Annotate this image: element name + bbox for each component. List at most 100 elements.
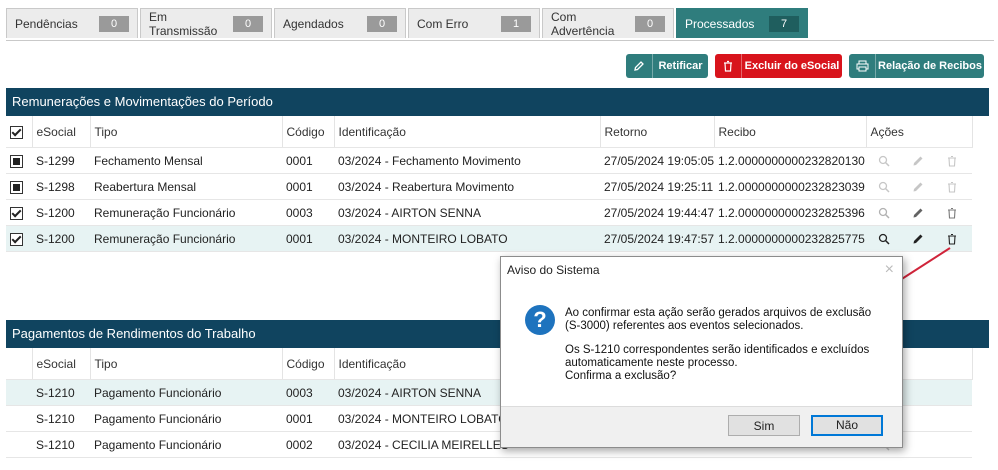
relacao-recibos-button[interactable]: Relação de Recibos: [849, 54, 984, 78]
cell-tipo: Pagamento Funcionário: [90, 405, 282, 432]
col-esocial[interactable]: eSocial: [32, 348, 91, 380]
cell-recibo: 1.2.0000000000232820130: [714, 147, 866, 174]
table-row[interactable]: S-1299 Fechamento Mensal 0001 03/2024 - …: [6, 147, 972, 174]
tab-label: Em Transmissão: [149, 9, 218, 38]
cell-codigo: 0001: [282, 173, 334, 200]
row-checkbox[interactable]: [10, 232, 23, 246]
cell-retorno: 27/05/2024 19:47:57: [600, 225, 714, 252]
tab-pendencias[interactable]: Pendências 0: [6, 8, 138, 38]
tab-label: Com Advertência: [551, 9, 615, 38]
cell-recibo: 1.2.0000000000232825396: [714, 199, 866, 226]
trash-icon[interactable]: [944, 205, 960, 221]
cell-retorno: 27/05/2024 19:44:47: [600, 199, 714, 226]
status-tabs: Pendências 0 Em Transmissão 0 Agendados …: [6, 8, 808, 40]
tab-label: Agendados: [283, 16, 344, 31]
sim-button[interactable]: Sim: [728, 415, 800, 436]
cell-tipo: Remuneração Funcionário: [90, 199, 282, 226]
col-codigo[interactable]: Código: [282, 116, 335, 148]
search-icon[interactable]: [876, 179, 892, 195]
close-icon[interactable]: ×: [885, 261, 894, 279]
cell-esocial: S-1210: [32, 405, 90, 432]
col-acoes: Ações: [866, 116, 973, 148]
dialog-message-2: Os S-1210 correspondentes serão identifi…: [565, 344, 870, 382]
col-identificacao[interactable]: Identificação: [334, 116, 601, 148]
col-retorno[interactable]: Retorno: [600, 116, 715, 148]
pencil-icon[interactable]: [910, 153, 926, 169]
relacao-label: Relação de Recibos: [878, 60, 982, 72]
cell-codigo: 0001: [282, 147, 334, 174]
select-all-cell[interactable]: [6, 116, 33, 148]
tab-count: 0: [367, 15, 397, 32]
table-row[interactable]: S-1200 Remuneração Funcionário 0001 03/2…: [6, 225, 972, 252]
cell-identificacao: 03/2024 - AIRTON SENNA: [334, 199, 600, 226]
tab-count: 0: [233, 15, 263, 32]
col-recibo[interactable]: Recibo: [714, 116, 867, 148]
col-esocial[interactable]: eSocial: [32, 116, 91, 148]
cell-esocial: S-1200: [32, 199, 90, 226]
tab-label: Pendências: [15, 16, 78, 31]
cell-esocial: S-1200: [32, 225, 90, 252]
col-tipo[interactable]: Tipo: [90, 116, 283, 148]
cell-codigo: 0002: [282, 431, 334, 458]
dialog-footer: Sim Não: [501, 406, 902, 447]
section-remuneracoes-header: Remunerações e Movimentações do Período: [6, 88, 989, 116]
trash-icon[interactable]: [944, 179, 960, 195]
tab-com-advertencia[interactable]: Com Advertência 0: [542, 8, 674, 38]
trash-icon[interactable]: [944, 153, 960, 169]
dialog-message: Ao confirmar esta ação serão gerados arq…: [565, 307, 885, 394]
cell-tipo: Remuneração Funcionário: [90, 225, 282, 252]
cell-identificacao: 03/2024 - Fechamento Movimento: [334, 147, 600, 174]
cell-identificacao: 03/2024 - Reabertura Movimento: [334, 173, 600, 200]
section-title: Pagamentos de Rendimentos do Trabalho: [12, 326, 256, 341]
trash-icon: [715, 54, 742, 78]
search-icon[interactable]: [876, 205, 892, 221]
tab-processados[interactable]: Processados 7: [676, 8, 808, 38]
tab-agendados[interactable]: Agendados 0: [274, 8, 406, 38]
retificar-button[interactable]: Retificar: [626, 54, 708, 78]
select-cell: [6, 348, 33, 380]
row-checkbox[interactable]: [10, 180, 23, 194]
row-checkbox[interactable]: [10, 154, 23, 168]
cell-tipo: Pagamento Funcionário: [90, 379, 282, 406]
row-checkbox[interactable]: [10, 206, 23, 220]
col-codigo[interactable]: Código: [282, 348, 335, 380]
cell-esocial: S-1210: [32, 431, 90, 458]
cell-tipo: Pagamento Funcionário: [90, 431, 282, 458]
cell-tipo: Fechamento Mensal: [90, 147, 282, 174]
cell-esocial: S-1298: [32, 173, 90, 200]
retificar-label: Retificar: [658, 60, 703, 72]
tab-label: Processados: [685, 16, 755, 31]
confirm-dialog: Aviso do Sistema × ? Ao confirmar esta a…: [500, 256, 903, 448]
section-title: Remunerações e Movimentações do Período: [12, 94, 273, 109]
pencil-icon[interactable]: [910, 205, 926, 221]
col-tipo[interactable]: Tipo: [90, 348, 283, 380]
table-row[interactable]: S-1200 Remuneração Funcionário 0003 03/2…: [6, 199, 972, 226]
cell-esocial: S-1210: [32, 379, 90, 406]
dialog-title: Aviso do Sistema: [507, 263, 600, 277]
search-icon[interactable]: [876, 153, 892, 169]
tabs-divider: [6, 40, 994, 41]
select-all-checkbox[interactable]: [10, 125, 23, 139]
cell-codigo: 0001: [282, 225, 334, 252]
tab-com-erro[interactable]: Com Erro 1: [408, 8, 540, 38]
table-row[interactable]: S-1298 Reabertura Mensal 0001 03/2024 - …: [6, 173, 972, 200]
excluir-esocial-button[interactable]: Excluir do eSocial: [715, 54, 842, 78]
tab-count: 0: [99, 15, 129, 32]
nao-button[interactable]: Não: [811, 415, 883, 436]
tab-count: 0: [635, 15, 665, 32]
cell-retorno: 27/05/2024 19:25:11: [600, 173, 714, 200]
cell-codigo: 0001: [282, 405, 334, 432]
tab-count: 7: [769, 15, 799, 32]
tab-label: Com Erro: [417, 16, 469, 31]
cell-tipo: Reabertura Mensal: [90, 173, 282, 200]
cell-codigo: 0003: [282, 379, 334, 406]
cell-recibo: 1.2.0000000000232823039: [714, 173, 866, 200]
dialog-message-1: Ao confirmar esta ação serão gerados arq…: [565, 307, 872, 332]
pencil-icon[interactable]: [910, 179, 926, 195]
tab-count: 1: [501, 15, 531, 32]
cell-recibo: 1.2.0000000000232825775: [714, 225, 866, 252]
tab-em-transmissao[interactable]: Em Transmissão 0: [140, 8, 272, 38]
dialog-body: ? Ao confirmar esta ação serão gerados a…: [501, 283, 902, 407]
cell-codigo: 0003: [282, 199, 334, 226]
question-icon: ?: [525, 305, 555, 335]
